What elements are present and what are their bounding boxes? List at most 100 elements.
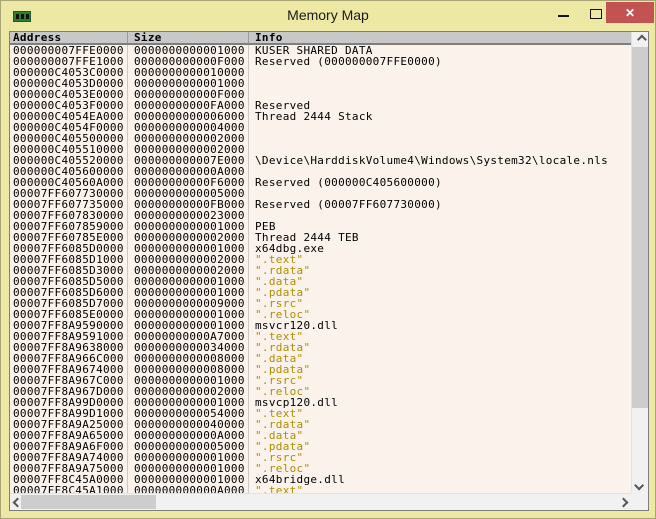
column-header-address[interactable]: Address bbox=[10, 32, 128, 43]
table-row[interactable]: 00007FF8A9A750000000000000001000 ".reloc… bbox=[10, 463, 631, 474]
cell-info: ".data" bbox=[249, 430, 631, 441]
cell-info: ".reloc" bbox=[249, 386, 631, 397]
table-row[interactable]: 00007FF8A967D0000000000000002000 ".reloc… bbox=[10, 386, 631, 397]
table-row[interactable]: 000000C4055100000000000000002000 bbox=[10, 144, 631, 155]
cell-info: x64bridge.dll bbox=[249, 474, 631, 485]
table-row[interactable]: 00007FF6085D60000000000000001000 ".pdata… bbox=[10, 287, 631, 298]
table-row[interactable]: 00007FF6078590000000000000001000PEB bbox=[10, 221, 631, 232]
cell-info: ".pdata" bbox=[249, 287, 631, 298]
column-header-info[interactable]: Info bbox=[249, 32, 631, 43]
cell-size: 0000000000004000 bbox=[128, 122, 249, 133]
table-row[interactable]: 00007FF6085D50000000000000001000 ".data" bbox=[10, 276, 631, 287]
table-row[interactable]: 00007FF8A99D10000000000000054000 ".text" bbox=[10, 408, 631, 419]
table-row[interactable]: 000000C4055000000000000000002000 bbox=[10, 133, 631, 144]
table-row[interactable]: 00007FF6085E00000000000000001000 ".reloc… bbox=[10, 309, 631, 320]
table-row[interactable]: 000000C4053E0000000000000000F000 bbox=[10, 89, 631, 100]
cell-size: 00000000000A7000 bbox=[128, 331, 249, 342]
cell-size: 0000000000005000 bbox=[128, 188, 249, 199]
cell-size: 00000000000FA000 bbox=[128, 100, 249, 111]
table-row[interactable]: 000000C4054F00000000000000004000 bbox=[10, 122, 631, 133]
cell-size: 0000000000001000 bbox=[128, 474, 249, 485]
table-row[interactable]: 00007FF8C45A1000000000000000A000 ".text" bbox=[10, 485, 631, 493]
table-row[interactable]: 000000C405600000000000000000A000 bbox=[10, 166, 631, 177]
cell-size: 0000000000010000 bbox=[128, 67, 249, 78]
cell-info: ".reloc" bbox=[249, 463, 631, 474]
cell-address: 00007FF60785E000 bbox=[10, 232, 128, 243]
cell-address: 00007FF607830000 bbox=[10, 210, 128, 221]
table-row[interactable]: 000000007FFE1000000000000000F000Reserved… bbox=[10, 56, 631, 67]
table-row[interactable]: 00007FF6077300000000000000005000 bbox=[10, 188, 631, 199]
cell-address: 00007FF8C45A0000 bbox=[10, 474, 128, 485]
cell-address: 000000C4053D0000 bbox=[10, 78, 128, 89]
table-row[interactable]: 00007FF60785E0000000000000002000Thread 2… bbox=[10, 232, 631, 243]
maximize-button[interactable] bbox=[590, 9, 602, 19]
table-row[interactable]: 00007FF8A959100000000000000A7000 ".text" bbox=[10, 331, 631, 342]
vertical-scrollbar[interactable] bbox=[631, 32, 648, 493]
cell-size: 000000000007E000 bbox=[128, 155, 249, 166]
window-title: Memory Map bbox=[1, 7, 655, 23]
table-row[interactable]: 00007FF6085D00000000000000001000x64dbg.e… bbox=[10, 243, 631, 254]
memory-map-table: Address Size Info 000000007FFE0000000000… bbox=[9, 31, 649, 511]
cell-address: 00007FF8A967D000 bbox=[10, 386, 128, 397]
table-row[interactable]: 000000C4053C00000000000000010000 bbox=[10, 67, 631, 78]
cell-address: 00007FF8A967C000 bbox=[10, 375, 128, 386]
cell-address: 00007FF6085D7000 bbox=[10, 298, 128, 309]
cell-address: 00007FF6085D6000 bbox=[10, 287, 128, 298]
table-row[interactable]: 00007FF8A9A740000000000000001000 ".rsrc" bbox=[10, 452, 631, 463]
table-row[interactable]: 00007FF8A99D00000000000000001000msvcp120… bbox=[10, 397, 631, 408]
cell-address: 00007FF607735000 bbox=[10, 199, 128, 210]
cell-size: 0000000000008000 bbox=[128, 353, 249, 364]
table-row[interactable]: 000000C4053F000000000000000FA000Reserved bbox=[10, 100, 631, 111]
table-row[interactable]: 00007FF8A96740000000000000008000 ".pdata… bbox=[10, 364, 631, 375]
table-row[interactable]: 000000C4053D00000000000000001000 bbox=[10, 78, 631, 89]
cell-info: ".rsrc" bbox=[249, 298, 631, 309]
cell-address: 00007FF8A99D1000 bbox=[10, 408, 128, 419]
title-bar[interactable]: Memory Map ✕ bbox=[1, 1, 655, 31]
cell-info bbox=[249, 210, 631, 221]
cell-size: 0000000000002000 bbox=[128, 133, 249, 144]
cell-address: 000000C4053E0000 bbox=[10, 89, 128, 100]
cell-info: ".data" bbox=[249, 353, 631, 364]
cell-size: 0000000000008000 bbox=[128, 364, 249, 375]
cell-info: ".text" bbox=[249, 408, 631, 419]
cell-size: 000000000000F000 bbox=[128, 89, 249, 100]
horizontal-scrollbar[interactable] bbox=[10, 493, 631, 510]
table-row[interactable]: 00007FF8A95900000000000000001000msvcr120… bbox=[10, 320, 631, 331]
cell-address: 000000C4053C0000 bbox=[10, 67, 128, 78]
table-row[interactable]: 000000C405520000000000000007E000\Device\… bbox=[10, 155, 631, 166]
table-row[interactable]: 00007FF8A967C0000000000000001000 ".rsrc" bbox=[10, 375, 631, 386]
table-row[interactable]: 00007FF6085D70000000000000009000 ".rsrc" bbox=[10, 298, 631, 309]
table-row[interactable]: 000000C4054EA0000000000000006000Thread 2… bbox=[10, 111, 631, 122]
minimize-button[interactable] bbox=[558, 15, 569, 17]
horizontal-scroll-thumb[interactable] bbox=[21, 495, 156, 509]
scroll-up-button[interactable] bbox=[632, 32, 648, 47]
table-row[interactable]: 000000C40560A00000000000000F6000Reserved… bbox=[10, 177, 631, 188]
cell-address: 00007FF8A99D0000 bbox=[10, 397, 128, 408]
table-row[interactable]: 000000007FFE00000000000000001000KUSER_SH… bbox=[10, 45, 631, 56]
cell-info: Thread 2444 TEB bbox=[249, 232, 631, 243]
table-row[interactable]: 00007FF8A9A65000000000000000A000 ".data" bbox=[10, 430, 631, 441]
table-row[interactable]: 00007FF8A966C0000000000000008000 ".data" bbox=[10, 353, 631, 364]
column-header-size[interactable]: Size bbox=[128, 32, 249, 43]
table-row[interactable]: 00007FF8A96380000000000000034000 ".rdata… bbox=[10, 342, 631, 353]
table-row[interactable]: 00007FF60773500000000000000FB000Reserved… bbox=[10, 199, 631, 210]
table-row[interactable]: 00007FF8C45A00000000000000001000x64bridg… bbox=[10, 474, 631, 485]
cell-address: 000000C40560A000 bbox=[10, 177, 128, 188]
cell-info: ".text" bbox=[249, 331, 631, 342]
scroll-down-button[interactable] bbox=[632, 478, 648, 493]
cell-info: ".pdata" bbox=[249, 441, 631, 452]
cell-info: ".rsrc" bbox=[249, 452, 631, 463]
table-row[interactable]: 00007FF6085D10000000000000002000 ".text" bbox=[10, 254, 631, 265]
table-row[interactable]: 00007FF8A9A6F0000000000000005000 ".pdata… bbox=[10, 441, 631, 452]
table-row[interactable]: 00007FF6085D30000000000000002000 ".rdata… bbox=[10, 265, 631, 276]
cell-size: 0000000000002000 bbox=[128, 254, 249, 265]
cell-address: 00007FF8A966C000 bbox=[10, 353, 128, 364]
table-row[interactable]: 00007FF8A9A250000000000000040000 ".rdata… bbox=[10, 419, 631, 430]
scroll-right-button[interactable] bbox=[616, 494, 631, 510]
table-row[interactable]: 00007FF6078300000000000000023000 bbox=[10, 210, 631, 221]
close-button[interactable]: ✕ bbox=[606, 2, 654, 23]
cell-address: 00007FF6085D0000 bbox=[10, 243, 128, 254]
cell-size: 0000000000002000 bbox=[128, 386, 249, 397]
cell-address: 000000C405600000 bbox=[10, 166, 128, 177]
vertical-scroll-thumb[interactable] bbox=[632, 47, 648, 408]
